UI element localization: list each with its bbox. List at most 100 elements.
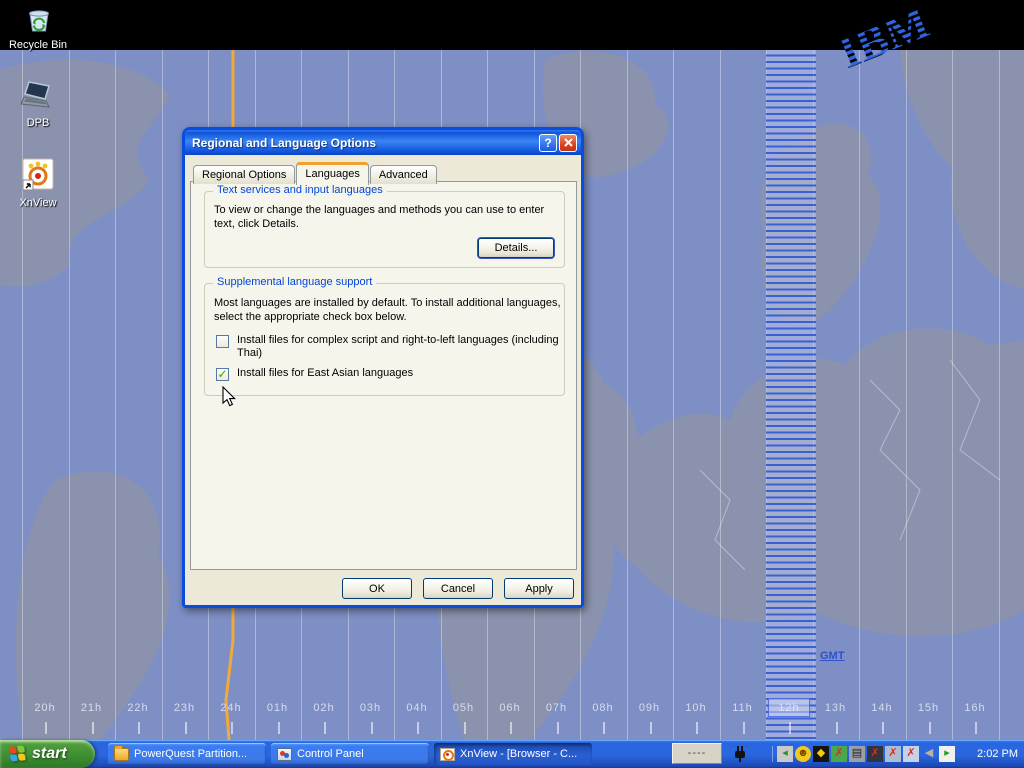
timezone-gridline <box>162 50 163 740</box>
cancel-button[interactable]: Cancel <box>423 578 493 599</box>
hour-label: 08h <box>582 702 624 714</box>
tick-mark <box>696 722 698 734</box>
taskbar: start PowerQuest Partition... Control Pan… <box>0 740 1024 768</box>
hour-label: 21h <box>71 702 113 714</box>
taskbar-item-label: Control Panel <box>297 748 364 760</box>
xnview-shortcut-icon <box>21 158 55 192</box>
tick-mark <box>138 722 140 734</box>
hour-label: 12h <box>768 698 810 717</box>
tab-languages[interactable]: Languages <box>296 162 368 185</box>
groupbox-caption: Supplemental language support <box>213 276 376 288</box>
timezone-gridline <box>115 50 116 740</box>
checkbox-label: Install files for East Asian languages <box>237 367 571 380</box>
ibm-logo: IBM <box>820 0 970 70</box>
hour-label: 02h <box>303 702 345 714</box>
timezone-gridline <box>859 50 860 740</box>
tick-mark <box>882 722 884 734</box>
close-icon <box>564 138 573 147</box>
dialog-titlebar[interactable]: Regional and Language Options ? <box>185 130 581 155</box>
supplemental-language-groupbox: Supplemental language support Most langu… <box>204 283 565 396</box>
ime-layout-icon[interactable]: ▸ <box>939 746 955 762</box>
xnview-icon <box>440 748 455 761</box>
timezone-gridline <box>720 50 721 740</box>
hour-label: 14h <box>861 702 903 714</box>
tick-mark <box>417 722 419 734</box>
volume-icon[interactable]: ◀ <box>921 746 937 762</box>
desktop-icon-recycle-bin[interactable]: Recycle Bin <box>0 4 76 51</box>
tick-mark <box>324 722 326 734</box>
removable-hardware-icon[interactable]: ◂ <box>777 746 793 762</box>
mouse-cursor <box>222 386 237 407</box>
hour-label: 23h <box>164 702 206 714</box>
timezone-gridline <box>627 50 628 740</box>
text-services-groupbox: Text services and input languages To vie… <box>204 191 565 268</box>
tick-mark <box>371 722 373 734</box>
tick-mark <box>650 722 652 734</box>
taskbar-item-folder[interactable]: PowerQuest Partition... <box>108 743 266 765</box>
remote-display-muted-icon[interactable]: ✗ <box>903 746 919 762</box>
tick-mark <box>278 722 280 734</box>
gmt-label: GMT <box>820 650 844 662</box>
hour-label: 10h <box>675 702 717 714</box>
timezone-gridline <box>69 50 70 740</box>
tick-mark <box>836 722 838 734</box>
timezone-gridline <box>673 50 674 740</box>
taskbar-item-label: PowerQuest Partition... <box>134 748 247 760</box>
tick-mark <box>789 722 791 734</box>
languages-tab-panel: Text services and input languages To vie… <box>190 181 577 570</box>
warning-diamond-icon[interactable]: ◆ <box>813 746 829 762</box>
checkbox-2-checked[interactable]: ✓ <box>216 368 229 381</box>
power-plug-icon[interactable] <box>731 745 749 763</box>
laptop-icon <box>19 80 57 112</box>
hour-label: 13h <box>815 702 857 714</box>
taskbar-window-buttons: PowerQuest Partition... Control Panel XnVi… <box>108 743 592 765</box>
tick-mark <box>510 722 512 734</box>
deskband-toolbar[interactable]: ---- <box>672 743 722 764</box>
ok-button[interactable]: OK <box>342 578 412 599</box>
groupbox-caption: Text services and input languages <box>213 184 387 196</box>
tick-mark <box>975 722 977 734</box>
messenger-face-icon[interactable]: ☻ <box>795 746 811 762</box>
hour-label: 22h <box>117 702 159 714</box>
hour-label: 05h <box>443 702 485 714</box>
gmt-stripe-band <box>766 50 816 740</box>
start-label: start <box>32 745 67 763</box>
groupbox-text: Most languages are installed by default.… <box>214 296 562 324</box>
timezone-gridline <box>952 50 953 740</box>
taskbar-clock[interactable]: 2:02 PM <box>977 740 1018 768</box>
hour-label: 20h <box>24 702 66 714</box>
timezone-gridline <box>999 50 1000 740</box>
close-button[interactable] <box>559 134 577 152</box>
taskbar-item-control-panel[interactable]: Control Panel <box>271 743 429 765</box>
hour-label: 09h <box>629 702 671 714</box>
desktop-icon-xnview[interactable]: XnView <box>0 158 76 209</box>
details-button[interactable]: Details... <box>478 238 554 258</box>
tab-regional-options[interactable]: Regional Options <box>193 165 295 184</box>
taskbar-item-xnview[interactable]: XnView - [Browser - C... <box>434 743 592 765</box>
timezone-gridline <box>22 50 23 740</box>
tab-strip: Regional OptionsLanguagesAdvanced <box>193 162 438 184</box>
video-disabled-icon[interactable]: ✗ <box>867 746 883 762</box>
start-button[interactable]: start <box>0 740 95 768</box>
checkbox-row: ✓ Install files for East Asian languages <box>216 367 571 381</box>
regional-language-options-dialog: Regional and Language Options ? Regional… <box>182 127 584 608</box>
desktop-icon-dpb[interactable]: DPB <box>0 80 76 129</box>
tick-mark <box>92 722 94 734</box>
help-button[interactable]: ? <box>539 134 557 152</box>
checkbox-1-unchecked[interactable] <box>216 335 229 348</box>
hour-label: 07h <box>536 702 578 714</box>
hour-label: 04h <box>396 702 438 714</box>
network-offline-icon[interactable]: ✗ <box>885 746 901 762</box>
svg-text:IBM: IBM <box>832 0 936 70</box>
apply-button[interactable]: Apply <box>504 578 574 599</box>
tick-mark <box>45 722 47 734</box>
print-spooler-icon[interactable]: ▤ <box>849 746 865 762</box>
groupbox-text: To view or change the languages and meth… <box>214 203 562 231</box>
desktop: 20h21h22h23h24h01h02h03h04h05h06h07h08h0… <box>0 0 1024 768</box>
control-panel-icon <box>277 748 292 761</box>
hour-label: 11h <box>722 702 764 714</box>
contacts-offline-icon[interactable]: ✗ <box>831 746 847 762</box>
tab-advanced[interactable]: Advanced <box>370 165 437 184</box>
tick-mark <box>464 722 466 734</box>
timezone-gridline <box>906 50 907 740</box>
